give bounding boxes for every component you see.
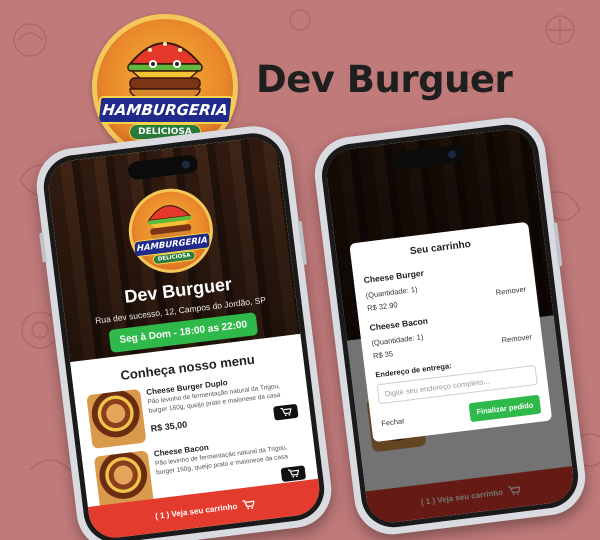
remove-item-button[interactable]: Remover — [495, 284, 526, 297]
phone-bezel: Cheese Bacon Pão levinho de fermentação … — [318, 121, 582, 531]
product-price: R$ 35,00 — [150, 418, 188, 434]
remove-item-button[interactable]: Remover — [501, 332, 532, 345]
burger-logo-icon — [127, 42, 203, 102]
add-to-cart-button[interactable] — [280, 464, 307, 482]
cart-item: Cheese Bacon (Quantidade: 1) R$ 35 Remov… — [369, 303, 532, 361]
cart-icon — [287, 469, 299, 478]
cart-item: Cheese Burger (Quantidade: 1) R$ 32.90 R… — [363, 256, 526, 313]
cart-icon — [242, 500, 256, 510]
page-title: Dev Burguer — [256, 58, 513, 101]
phone-menu-screen: HAMBURGERIA DELICIOSA Dev Burguer Rua de… — [32, 121, 336, 540]
app-logo: HAMBURGERIA DELICIOSA — [124, 183, 218, 278]
app-screen: HAMBURGERIA DELICIOSA Dev Burguer Rua de… — [45, 135, 323, 540]
cart-item-price: R$ 32.90 — [366, 300, 399, 313]
product-image — [86, 388, 147, 449]
phone-cart-screen: Cheese Bacon Pão levinho de fermentação … — [310, 113, 590, 539]
cart-icon — [279, 407, 292, 417]
add-to-cart-button[interactable] — [272, 403, 299, 421]
cart-modal: Seu carrinho Cheese Burger (Quantidade: … — [349, 221, 553, 443]
phone-bezel: HAMBURGERIA DELICIOSA Dev Burguer Rua de… — [40, 129, 328, 540]
logo-banner: HAMBURGERIA — [96, 96, 234, 124]
app-screen: Cheese Bacon Pão levinho de fermentação … — [323, 126, 577, 526]
cart-bar-label: ( 1 ) Veja seu carrinho — [154, 501, 238, 521]
finish-order-button[interactable]: Finalizar pedido — [468, 394, 542, 423]
close-button[interactable]: Fechar — [381, 416, 405, 428]
cart-item-price: R$ 35 — [372, 349, 394, 361]
